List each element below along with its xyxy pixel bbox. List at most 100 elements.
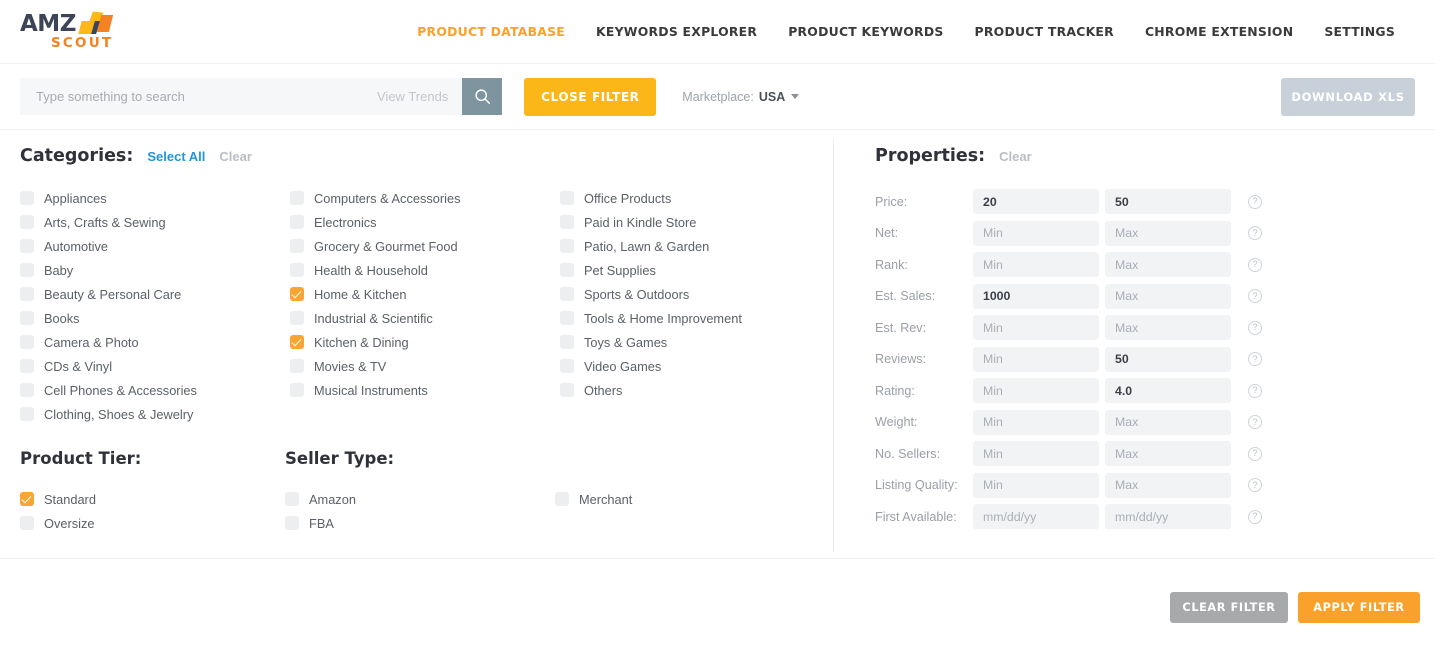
checkbox-unchecked-icon[interactable] — [560, 287, 574, 301]
checkbox-unchecked-icon[interactable] — [560, 383, 574, 397]
category-item-tools-home-improvement[interactable]: Tools & Home Improvement — [560, 306, 830, 330]
checkbox-checked-icon[interactable] — [290, 287, 304, 301]
property-max-input-first-available[interactable] — [1105, 504, 1231, 529]
checkbox-unchecked-icon[interactable] — [560, 311, 574, 325]
amzscout-logo[interactable]: AMZ SCOUT — [20, 13, 112, 51]
checkbox-unchecked-icon[interactable] — [20, 263, 34, 277]
checkbox-unchecked-icon[interactable] — [290, 215, 304, 229]
view-trends-label[interactable]: View Trends — [377, 78, 462, 115]
category-item-clothing-shoes-jewelry[interactable]: Clothing, Shoes & Jewelry — [20, 402, 290, 426]
nav-item-keywords-explorer[interactable]: KEYWORDS EXPLORER — [596, 24, 757, 39]
property-max-input-no-sellers[interactable] — [1105, 441, 1231, 466]
category-item-office-products[interactable]: Office Products — [560, 186, 830, 210]
question-mark-icon[interactable]: ? — [1248, 384, 1262, 398]
category-item-arts-crafts-sewing[interactable]: Arts, Crafts & Sewing — [20, 210, 290, 234]
checkbox-unchecked-icon[interactable] — [20, 191, 34, 205]
question-mark-icon[interactable]: ? — [1248, 258, 1262, 272]
property-min-input-price[interactable] — [973, 189, 1099, 214]
checkbox-unchecked-icon[interactable] — [290, 359, 304, 373]
checkbox-unchecked-icon[interactable] — [20, 287, 34, 301]
category-item-others[interactable]: Others — [560, 378, 830, 402]
checkbox-unchecked-icon[interactable] — [20, 215, 34, 229]
category-item-musical-instruments[interactable]: Musical Instruments — [290, 378, 560, 402]
categories-clear-link[interactable]: Clear — [219, 149, 252, 164]
category-item-electronics[interactable]: Electronics — [290, 210, 560, 234]
property-min-input-first-available[interactable] — [973, 504, 1099, 529]
category-item-automotive[interactable]: Automotive — [20, 234, 290, 258]
checkbox-unchecked-icon[interactable] — [560, 239, 574, 253]
nav-item-product-database[interactable]: PRODUCT DATABASE — [417, 24, 565, 39]
properties-clear-link[interactable]: Clear — [999, 149, 1032, 164]
property-min-input-reviews[interactable] — [973, 347, 1099, 372]
question-mark-icon[interactable]: ? — [1248, 352, 1262, 366]
question-mark-icon[interactable]: ? — [1248, 226, 1262, 240]
checkbox-unchecked-icon[interactable] — [285, 516, 299, 530]
category-item-camera-photo[interactable]: Camera & Photo — [20, 330, 290, 354]
checkbox-unchecked-icon[interactable] — [20, 407, 34, 421]
checkbox-unchecked-icon[interactable] — [560, 191, 574, 205]
checkbox-unchecked-icon[interactable] — [20, 335, 34, 349]
property-max-input-rating[interactable] — [1105, 378, 1231, 403]
checkbox-unchecked-icon[interactable] — [290, 311, 304, 325]
category-item-patio-lawn-garden[interactable]: Patio, Lawn & Garden — [560, 234, 830, 258]
nav-item-product-tracker[interactable]: PRODUCT TRACKER — [975, 24, 1114, 39]
property-min-input-net[interactable] — [973, 221, 1099, 246]
checkbox-unchecked-icon[interactable] — [290, 239, 304, 253]
question-mark-icon[interactable]: ? — [1248, 415, 1262, 429]
marketplace-selector[interactable]: Marketplace: USA — [682, 90, 799, 104]
category-item-industrial-scientific[interactable]: Industrial & Scientific — [290, 306, 560, 330]
checkbox-unchecked-icon[interactable] — [20, 311, 34, 325]
question-mark-icon[interactable]: ? — [1248, 195, 1262, 209]
category-item-books[interactable]: Books — [20, 306, 290, 330]
property-max-input-net[interactable] — [1105, 221, 1231, 246]
property-max-input-listing-quality[interactable] — [1105, 473, 1231, 498]
checkbox-unchecked-icon[interactable] — [20, 239, 34, 253]
product-tier-item-oversize[interactable]: Oversize — [20, 511, 285, 535]
checkbox-unchecked-icon[interactable] — [290, 191, 304, 205]
category-item-appliances[interactable]: Appliances — [20, 186, 290, 210]
property-min-input-est-sales[interactable] — [973, 284, 1099, 309]
checkbox-unchecked-icon[interactable] — [560, 359, 574, 373]
category-item-home-kitchen[interactable]: Home & Kitchen — [290, 282, 560, 306]
property-max-input-est-sales[interactable] — [1105, 284, 1231, 309]
property-min-input-weight[interactable] — [973, 410, 1099, 435]
checkbox-unchecked-icon[interactable] — [285, 492, 299, 506]
category-item-movies-tv[interactable]: Movies & TV — [290, 354, 560, 378]
category-item-grocery-gourmet-food[interactable]: Grocery & Gourmet Food — [290, 234, 560, 258]
property-max-input-reviews[interactable] — [1105, 347, 1231, 372]
clear-filter-button[interactable]: CLEAR FILTER — [1170, 592, 1288, 623]
category-item-cds-vinyl[interactable]: CDs & Vinyl — [20, 354, 290, 378]
checkbox-unchecked-icon[interactable] — [555, 492, 569, 506]
checkbox-unchecked-icon[interactable] — [560, 335, 574, 349]
question-mark-icon[interactable]: ? — [1248, 510, 1262, 524]
property-min-input-rating[interactable] — [973, 378, 1099, 403]
nav-item-product-keywords[interactable]: PRODUCT KEYWORDS — [788, 24, 943, 39]
search-input[interactable] — [20, 78, 377, 115]
category-item-kitchen-dining[interactable]: Kitchen & Dining — [290, 330, 560, 354]
close-filter-button[interactable]: CLOSE FILTER — [524, 78, 656, 116]
property-min-input-rank[interactable] — [973, 252, 1099, 277]
checkbox-unchecked-icon[interactable] — [20, 516, 34, 530]
checkbox-unchecked-icon[interactable] — [560, 215, 574, 229]
question-mark-icon[interactable]: ? — [1248, 478, 1262, 492]
category-item-paid-in-kindle-store[interactable]: Paid in Kindle Store — [560, 210, 830, 234]
property-min-input-listing-quality[interactable] — [973, 473, 1099, 498]
question-mark-icon[interactable]: ? — [1248, 321, 1262, 335]
property-max-input-weight[interactable] — [1105, 410, 1231, 435]
checkbox-unchecked-icon[interactable] — [20, 359, 34, 373]
checkbox-checked-icon[interactable] — [20, 492, 34, 506]
category-item-toys-games[interactable]: Toys & Games — [560, 330, 830, 354]
category-item-health-household[interactable]: Health & Household — [290, 258, 560, 282]
category-item-video-games[interactable]: Video Games — [560, 354, 830, 378]
nav-item-chrome-extension[interactable]: CHROME EXTENSION — [1145, 24, 1293, 39]
property-min-input-no-sellers[interactable] — [973, 441, 1099, 466]
apply-filter-button[interactable]: APPLY FILTER — [1298, 592, 1420, 623]
question-mark-icon[interactable]: ? — [1248, 289, 1262, 303]
property-min-input-est-rev[interactable] — [973, 315, 1099, 340]
product-tier-item-standard[interactable]: Standard — [20, 487, 285, 511]
category-item-computers-accessories[interactable]: Computers & Accessories — [290, 186, 560, 210]
select-all-link[interactable]: Select All — [147, 149, 205, 164]
category-item-baby[interactable]: Baby — [20, 258, 290, 282]
category-item-beauty-personal-care[interactable]: Beauty & Personal Care — [20, 282, 290, 306]
category-item-sports-outdoors[interactable]: Sports & Outdoors — [560, 282, 830, 306]
